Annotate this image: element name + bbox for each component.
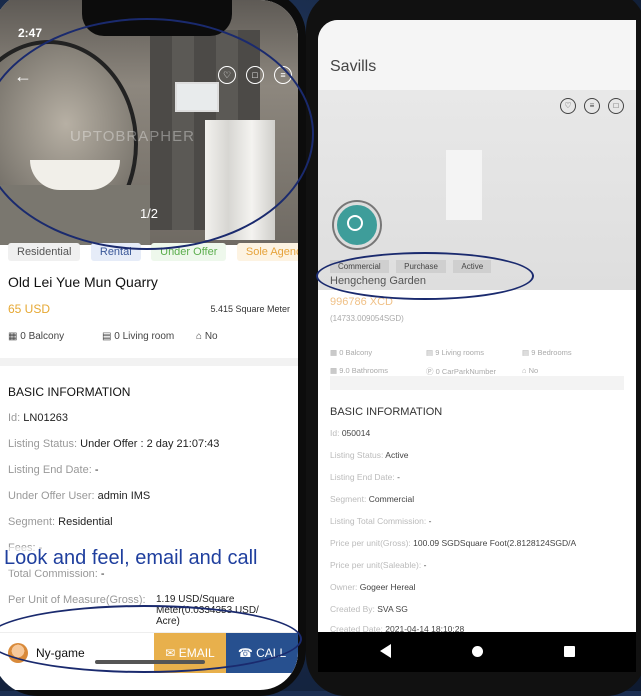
balcony-icon: ▦ — [330, 348, 338, 357]
bed-icon: ▤ — [522, 348, 530, 357]
bath-icon: ▦ — [330, 366, 338, 375]
feature-balcony: ▦ 0 Balcony — [330, 348, 373, 357]
tag-purchase: Purchase — [396, 260, 446, 273]
row-owner: Owner: Gogeer Hereal — [330, 582, 416, 592]
agent-contact-bar: Ny-game ✉ EMAIL ☎ CALL — [0, 632, 298, 673]
right-phone-frame: Savills ♡ ≡ □ Commercial Purchase Active… — [306, 0, 641, 696]
nav-recents-icon[interactable] — [564, 646, 575, 657]
row-segment: Segment: Commercial — [330, 494, 415, 504]
nav-back-icon[interactable] — [380, 644, 391, 658]
feature-balcony: ▦ 0 Balcony — [8, 331, 65, 342]
row-price-saleable: Price per unit(Saleable): - — [330, 560, 427, 570]
row-id: Id: LN01263 — [8, 412, 68, 424]
heart-icon[interactable]: ♡ — [218, 66, 236, 84]
app-bar: Savills — [318, 20, 636, 90]
agent-name: Ny-game — [36, 646, 85, 660]
tag-under-offer: Under Offer — [151, 243, 227, 261]
row-listing-end-date: Listing End Date: - — [330, 472, 400, 482]
basic-info-heading: BASIC INFORMATION — [330, 406, 443, 418]
heart-icon[interactable]: ♡ — [560, 98, 576, 114]
listing-title: Hengcheng Garden — [330, 275, 427, 287]
photo-pager: 1/2 — [139, 206, 159, 221]
bookmark-icon[interactable]: □ — [608, 98, 624, 114]
nav-home-icon[interactable] — [472, 646, 483, 657]
floating-action-button[interactable] — [334, 202, 380, 248]
tag-residential: Residential — [8, 243, 81, 261]
section-divider — [0, 358, 298, 366]
home-indicator[interactable] — [95, 660, 205, 664]
listing-photo[interactable]: UPTOBRAPHER 1/2 — [0, 0, 298, 245]
row-created-date: Created Date: 2021-04-14 18:10:28 — [330, 624, 465, 632]
tag-rental: Rental — [90, 243, 141, 261]
row-under-offer-user: Under Offer User: admin IMS — [8, 490, 151, 502]
listing-tags: Commercial Purchase Active — [330, 256, 494, 274]
menu-icon[interactable]: ≡ — [274, 66, 292, 84]
menu-icon[interactable]: ≡ — [584, 98, 600, 114]
phone-notch — [82, 0, 232, 36]
row-created-by: Created By: SVA SG — [330, 604, 408, 614]
feature-living-rooms: ▤ 9 Living rooms — [426, 348, 484, 357]
parking-icon: Ⓟ — [426, 367, 434, 376]
back-arrow-icon[interactable]: ← — [14, 66, 32, 87]
row-segment: Segment: Residential — [8, 516, 113, 528]
bookmark-icon[interactable]: □ — [246, 66, 264, 84]
basic-info-heading: BASIC INFORMATION — [8, 385, 131, 399]
building-placeholder-icon — [446, 150, 482, 220]
app-title: Savills — [330, 58, 377, 75]
feature-bathrooms: ▦ 9.0 Bathrooms — [330, 366, 388, 375]
balcony-icon: ▦ — [8, 331, 18, 342]
feature-living-room: ▤ 0 Living room — [102, 331, 175, 342]
left-phone-screen: UPTOBRAPHER 1/2 ← ♡ □ ≡ Residential Rent… — [0, 0, 298, 690]
tag-commercial: Commercial — [330, 260, 389, 273]
call-button[interactable]: ☎ CALL — [226, 633, 298, 673]
row-per-unit: Per Unit of Measure(Gross): 1.19 USD/Squ… — [8, 594, 259, 627]
left-phone-frame: UPTOBRAPHER 1/2 ← ♡ □ ≡ Residential Rent… — [0, 0, 306, 696]
email-button[interactable]: ✉ EMAIL — [154, 633, 226, 673]
sofa-icon: ▤ — [426, 348, 434, 357]
listing-price: 65 USD — [8, 302, 51, 316]
row-price-gross: Price per unit(Gross): 100.09 SGDSquare … — [330, 538, 577, 548]
row-listing-end-date: Listing End Date: - — [8, 464, 99, 476]
row-id: Id: 050014 — [330, 428, 371, 438]
feature-bedrooms: ▤ 9 Bedrooms — [522, 348, 572, 357]
pet-icon: ⌂ — [196, 331, 203, 342]
android-nav-bar — [318, 632, 636, 672]
feature-pets: ⌂ No — [196, 331, 218, 342]
avatar — [8, 643, 28, 663]
sofa-icon: ▤ — [102, 331, 112, 342]
pet-icon: ⌂ — [522, 366, 527, 375]
tag-active: Active — [453, 260, 492, 273]
listing-converted-price: (14733.009054SGD) — [330, 314, 404, 323]
photo-watermark: UPTOBRAPHER — [70, 128, 195, 145]
status-time: 2:47 — [18, 26, 43, 40]
listing-area: 5.415 Square Meter — [210, 304, 290, 314]
listing-title: Old Lei Yue Mun Quarry — [8, 274, 158, 290]
tag-sole-agency: Sole Agency — [236, 243, 298, 261]
listing-price: 996786 XCD — [330, 296, 393, 308]
overlay-caption: Look and feel, email and call — [4, 547, 258, 570]
listing-tags: Residential Rental Under Offer Sole Agen… — [8, 242, 298, 262]
feature-pets: ⌂ No — [522, 366, 539, 375]
section-divider — [330, 376, 624, 390]
row-listing-status: Listing Status: Under Offer : 2 day 21:0… — [8, 438, 220, 450]
row-listing-status: Listing Status: Active — [330, 450, 409, 460]
row-total-commission: Listing Total Commission: - — [330, 516, 432, 526]
right-phone-screen: Savills ♡ ≡ □ Commercial Purchase Active… — [318, 20, 636, 632]
